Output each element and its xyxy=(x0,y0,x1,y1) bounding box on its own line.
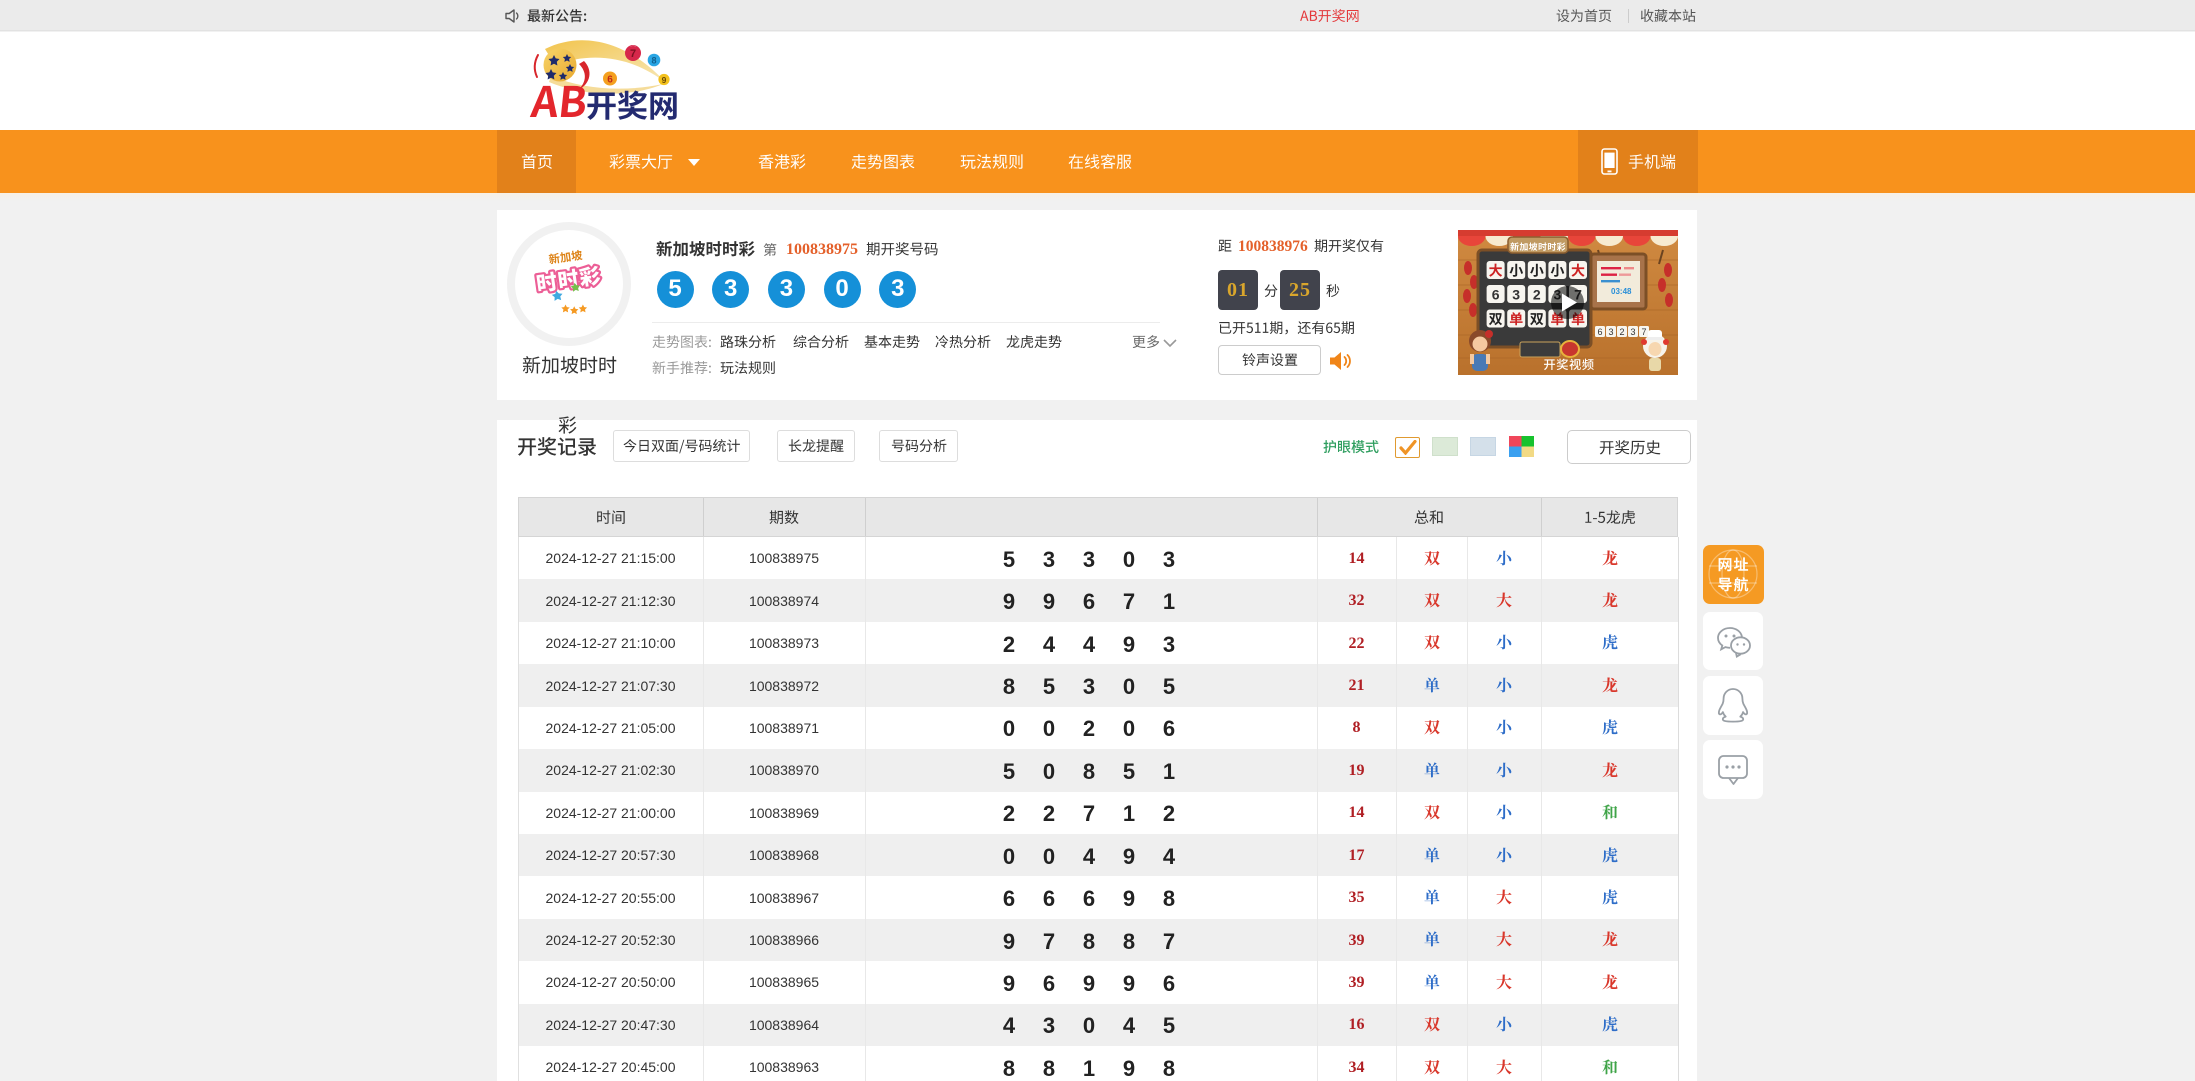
svg-text:3: 3 xyxy=(1608,327,1613,337)
svg-text:9: 9 xyxy=(662,75,667,85)
svg-text:7: 7 xyxy=(630,48,636,60)
svg-text:8: 8 xyxy=(651,56,656,66)
svg-text:3: 3 xyxy=(1512,287,1520,303)
svg-text:2: 2 xyxy=(1619,327,1624,337)
svg-text:2: 2 xyxy=(1533,287,1541,303)
svg-text:6: 6 xyxy=(607,75,613,86)
svg-text:3: 3 xyxy=(1630,327,1635,337)
svg-text:6: 6 xyxy=(1597,327,1602,337)
svg-text:6: 6 xyxy=(1492,287,1500,303)
svg-text:7: 7 xyxy=(1641,327,1646,337)
svg-text:03:48: 03:48 xyxy=(1611,287,1632,296)
